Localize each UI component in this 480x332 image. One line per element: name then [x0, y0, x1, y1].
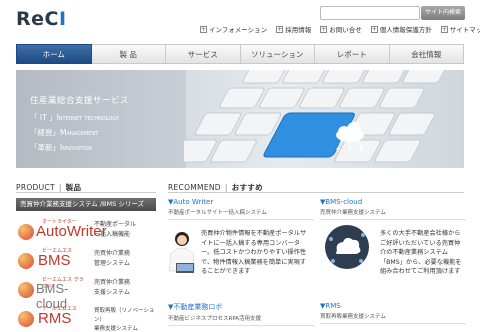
rec-text-bms-cloud: 多くの大手不動産会社様からご好評いただいている売買仲介の不動産業務システム「BM…: [380, 230, 462, 275]
product-rms[interactable]: アールエムエス RMS 買取再販（リノベーション） 業務支援システム: [16, 301, 156, 332]
logo-accent: I: [58, 8, 67, 30]
page: ReCI サイト内検索 + インフォメーション + 採用情報 + お問い合せ + 個人情…: [0, 0, 480, 332]
rec-title-rms[interactable]: ▼RMS: [320, 302, 466, 310]
hero-line-it: 「 IT 」Internet technology: [30, 113, 119, 122]
plus-icon: +: [200, 25, 207, 33]
main-nav: ホーム 製 品 サービス ソリューション レポート 会社情報: [16, 44, 464, 64]
hero-line-innovation: 「革新」Innovation: [30, 143, 92, 152]
recommend-card-autowriter[interactable]: ▼Auto Writer 不動産ポータルサイト一括入稿システム: [168, 198, 314, 220]
util-link-recruit[interactable]: + 採用情報: [276, 24, 311, 34]
bms-logo: ビーエムエス BMS: [18, 247, 88, 271]
autowriter-desc: 不動産ポータル 一括入稿機能: [94, 221, 137, 238]
nav-reports[interactable]: レポート: [315, 44, 390, 64]
plus-icon: +: [320, 25, 328, 33]
plus-icon: +: [440, 25, 448, 33]
keyboard-cloud-image: [184, 70, 447, 163]
rms-logo: アールエムエス RMS: [18, 305, 88, 329]
hero-title: 住産業総合支援サービス: [30, 96, 130, 106]
autowriter-logo: オートライター AutoWriter: [18, 218, 107, 242]
rec-title-robo[interactable]: ▼不動産業務ロボ: [168, 302, 314, 312]
cloud-network-image: [325, 225, 369, 269]
recommend-divider: [168, 192, 464, 193]
bms-cloud-swirl-icon: [18, 282, 34, 298]
bms-series-banner[interactable]: 売買仲介業務支援システム /BMS シリーズ: [16, 198, 156, 211]
product-bms-cloud[interactable]: ビーエムエス クラウド BMS-cloud 売買仲介業務 支援システム: [16, 272, 156, 311]
rec-sub-robo: 不動産ビジネスプロセスRPA活用支援: [168, 316, 262, 322]
util-link-information[interactable]: + インフォメーション: [200, 24, 267, 34]
hero-banner: 住産業総合支援サービス 「 IT 」Internet technology 「経…: [16, 70, 464, 168]
rec-sub-rms: 買取再販業務支援システム: [320, 314, 386, 320]
site-logo[interactable]: ReCI: [16, 8, 67, 30]
nav-home[interactable]: ホーム: [16, 44, 92, 64]
recommend-card-rms[interactable]: ▼RMS 買取再販業務支援システム: [320, 302, 466, 324]
logo-text: ReC: [16, 8, 59, 30]
util-link-privacy[interactable]: + 個人情報保護方針: [370, 24, 432, 34]
recommend-card-bms-cloud[interactable]: ▼BMS-cloud 売買仲介業務支援システム: [320, 198, 466, 220]
util-link-contact[interactable]: + お問い合せ: [320, 24, 362, 34]
rms-desc: 買取再販（リノベーション） 業務支援システム: [94, 308, 155, 332]
bms-desc: 売買仲介業務 管理システム: [94, 250, 131, 267]
nav-company[interactable]: 会社情報: [389, 44, 464, 64]
util-link-sitemap[interactable]: +サイトマップ: [440, 24, 480, 34]
nav-services[interactable]: サービス: [166, 44, 241, 64]
rec-sub-autowriter: 不動産ポータルサイト一括入稿システム: [168, 210, 267, 216]
rec-title-autowriter[interactable]: ▼Auto Writer: [168, 198, 314, 206]
hero-line-management: 「経営」Management: [30, 128, 99, 137]
nav-solutions[interactable]: ソリューション: [240, 44, 315, 64]
rec-text-autowriter: 売買仲介物件情報を不動産ポータルサイトに一括入稿する専用コンバーター。低コストか…: [201, 230, 307, 275]
recommend-card-robo[interactable]: ▼不動産業務ロボ 不動産ビジネスプロセスRPA活用支援: [168, 302, 314, 326]
autowriter-swirl-icon: [18, 224, 34, 240]
nav-products[interactable]: 製 品: [91, 44, 166, 64]
product-autowriter[interactable]: オートライター AutoWriter 不動産ポータル 一括入稿機能: [16, 214, 156, 244]
rms-swirl-icon: [18, 311, 34, 327]
product-divider: [16, 192, 156, 193]
bms-cloud-logo: ビーエムエス クラウド BMS-cloud: [18, 276, 88, 311]
search-button[interactable]: サイト内検索: [421, 6, 465, 20]
search-input[interactable]: [320, 6, 420, 20]
product-bms[interactable]: ビーエムエス BMS 売買仲介業務 管理システム: [16, 243, 156, 273]
bms-swirl-icon: [18, 253, 34, 269]
rec-title-bms-cloud[interactable]: ▼BMS-cloud: [320, 198, 466, 206]
utility-links: + インフォメーション + 採用情報 + お問い合せ + 個人情報保護方針 + サイトマッ…: [200, 24, 480, 34]
plus-icon: +: [276, 25, 284, 33]
plus-icon: +: [370, 25, 378, 33]
rec-sub-bms-cloud: 売買仲介業務支援システム: [320, 210, 386, 216]
bms-cloud-desc: 売買仲介業務 支援システム: [94, 279, 131, 296]
woman-laptop-image: [168, 232, 196, 273]
